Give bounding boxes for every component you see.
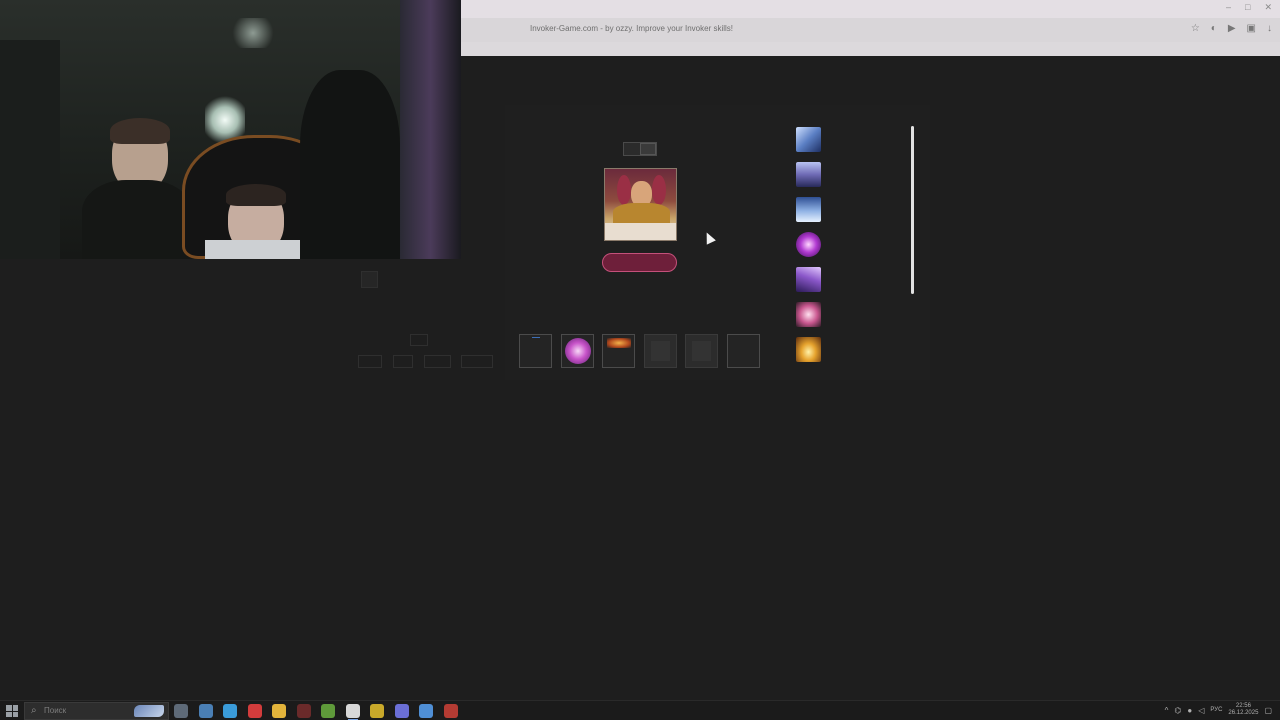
ice-wall-icon[interactable] [796,197,821,222]
mode-toggle-knob[interactable] [640,143,656,155]
chaos-meteor-icon [607,338,631,348]
tornado-icon[interactable] [796,267,821,292]
address-bar[interactable]: Invoker-Game.com - by ozzy. Improve your… [461,18,1280,42]
search-highlight-image [134,705,164,717]
spell-slot-3[interactable] [602,334,635,368]
right-wall-drape [400,0,461,259]
shield-icon[interactable]: ◐ [1211,23,1217,34]
search-icon: ⌕ [31,705,37,716]
emp-icon[interactable] [796,232,821,257]
ghost-walk-icon[interactable] [796,162,821,187]
minecraft-icon[interactable] [321,704,335,718]
microphone-icon[interactable]: ● [1187,706,1192,715]
yandex-browser-icon[interactable] [345,704,360,720]
play-icon[interactable]: ▶ [1228,23,1236,34]
search-placeholder: Поиск [44,706,67,715]
spell-slot-4[interactable] [644,334,677,368]
desktop-screen: – □ ✕ Invoker-Game.com - by ozzy. Improv… [0,0,1280,720]
opera-gx-icon[interactable] [247,704,262,718]
hero-portrait [604,168,677,241]
discord-app-icon[interactable] [394,704,409,718]
minimize-button[interactable]: – [1226,2,1231,13]
taskbar: ⌕ Поиск ^ ⌬ ● ◁ РУС 22:56 26.12.2025 ▢ [0,700,1280,720]
bookmark-icon[interactable]: ☆ [1191,23,1200,34]
collections-icon[interactable]: ▣ [1247,23,1256,34]
tab-strip: – □ ✕ [461,0,1280,18]
volume-icon[interactable]: ◁ [1198,706,1204,715]
file-explorer-icon[interactable] [272,704,286,718]
ghost-key-1 [358,355,382,368]
webcam-overlay [0,0,461,259]
notifications-icon[interactable]: ▢ [1264,706,1272,715]
obs-icon[interactable] [296,704,311,718]
ghost-square [361,271,378,288]
ghost-key-4 [461,355,493,368]
twitch-overlay-icon[interactable] [370,704,384,718]
left-shelf [0,40,60,259]
telegram-icon[interactable] [223,704,237,718]
browser-chrome: – □ ✕ Invoker-Game.com - by ozzy. Improv… [461,0,1280,56]
window-controls: – □ ✕ [1226,2,1272,13]
person-left-body [82,180,192,259]
person-left-hair [110,118,170,144]
ceiling-lamp [228,18,278,48]
windows-start-icon[interactable] [6,705,18,717]
person-right-hair [226,184,286,206]
spell-slot-1[interactable] [519,334,552,368]
spell-slot-2[interactable] [561,334,594,368]
clock-time: 22:56 [1235,703,1251,709]
person-background [300,70,400,259]
language-indicator[interactable]: РУС [1210,707,1222,713]
ghost-key-2 [393,355,413,368]
address-bar-actions: ☆ ◐ ▶ ▣ ↓ [1191,23,1272,34]
alacrity-icon [565,338,591,364]
chrome-icon[interactable] [419,704,433,718]
close-button[interactable]: ✕ [1264,2,1272,13]
taskbar-search-input[interactable]: ⌕ Поиск [24,702,169,720]
spell-slot-5[interactable] [685,334,718,368]
ghost-key-3 [424,355,451,368]
forge-spirit-icon[interactable] [796,337,821,362]
clock-date: 26.12.2025 [1228,710,1259,716]
bookmark-bar [461,42,1280,56]
dota-2-icon[interactable] [443,704,458,718]
start-button[interactable] [602,253,677,272]
system-tray: ^ ⌬ ● ◁ РУС 22:56 26.12.2025 ▢ [1165,703,1272,717]
steam-icon[interactable] [198,704,213,718]
network-icon[interactable]: ⌬ [1174,706,1181,715]
spell-list-scrollbar[interactable] [911,126,914,294]
spell-slot-6[interactable] [727,334,760,368]
download-icon[interactable]: ↓ [1267,23,1272,34]
maximize-button[interactable]: □ [1245,2,1250,13]
person-right-hoodie [205,240,315,259]
alacrity-spell-icon[interactable] [796,302,821,327]
ghost-key-top [410,334,428,346]
cold-snap-icon[interactable] [796,127,821,152]
task-view-icon[interactable] [174,704,188,718]
clock[interactable]: 22:56 26.12.2025 [1228,703,1258,717]
page-title: Invoker-Game.com - by ozzy. Improve your… [530,24,734,33]
chevron-up-icon[interactable]: ^ [1165,706,1169,715]
